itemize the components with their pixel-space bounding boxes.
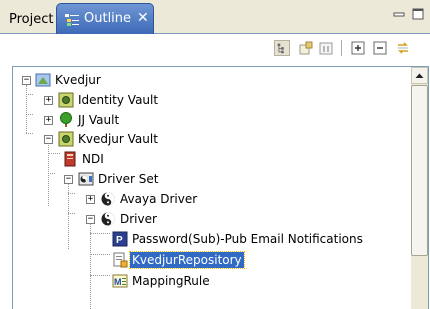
outline-icon xyxy=(65,14,79,26)
expand-toggle[interactable]: + xyxy=(44,116,53,125)
tree-node-label: KvedjurRepository xyxy=(129,251,245,269)
scroll-thumb[interactable] xyxy=(411,85,428,256)
tree-node-driver-set[interactable]: − Driver Set xyxy=(13,170,408,190)
outline-toolbar xyxy=(0,34,430,60)
tree-node-label: MappingRule xyxy=(132,274,210,288)
expand-toggle[interactable]: + xyxy=(86,195,95,204)
tree-node-label: Password(Sub)-Pub Email Notifications xyxy=(132,232,363,246)
identity-vault-icon xyxy=(58,92,74,108)
policy-icon: P xyxy=(112,231,128,247)
tree-node-kvedjur-repository[interactable]: KvedjurRepository xyxy=(13,251,408,271)
vertical-scrollbar[interactable] xyxy=(411,67,428,309)
collapse-toggle[interactable]: − xyxy=(86,215,95,224)
tree-node-mapping-rule[interactable]: M MappingRule xyxy=(13,272,408,292)
expand-all-icon[interactable] xyxy=(350,40,366,56)
tree-node-identity-vault[interactable]: + Identity Vault xyxy=(13,91,408,111)
expand-toggle[interactable]: + xyxy=(44,96,53,105)
server-icon xyxy=(64,151,76,167)
collapse-toggle[interactable]: − xyxy=(44,135,53,144)
driver-icon xyxy=(101,212,115,226)
mapping-rule-icon: M xyxy=(112,274,128,288)
tree-vault-icon xyxy=(60,112,72,127)
driver-icon xyxy=(101,192,115,206)
tab-outline[interactable]: Outline ✕ xyxy=(56,3,154,34)
driver-set-icon xyxy=(78,172,94,186)
sync-icon[interactable] xyxy=(395,40,411,56)
tree-node-password-pub-email[interactable]: P Password(Sub)-Pub Email Notifications xyxy=(13,230,408,250)
scroll-up-button[interactable] xyxy=(411,67,428,84)
tree-node-label: Avaya Driver xyxy=(120,192,198,206)
outline-view: Project Outline ✕ − Kvedjur + Identity V… xyxy=(0,0,430,309)
tree-node-kvedjur-vault[interactable]: − Kvedjur Vault xyxy=(13,130,408,150)
arrow-up-icon xyxy=(415,73,424,78)
minimize-icon[interactable] xyxy=(392,8,406,20)
identity-vault-icon xyxy=(58,131,74,147)
show-objects-icon[interactable] xyxy=(298,40,314,56)
tree-node-kvedjur[interactable]: − Kvedjur xyxy=(13,71,408,91)
tree-node-label: Driver xyxy=(120,212,157,226)
tab-project[interactable]: Project xyxy=(5,8,57,32)
tab-strip: Project Outline ✕ xyxy=(0,0,430,34)
outline-tree[interactable]: − Kvedjur + Identity Vault + JJ Vault − … xyxy=(12,66,429,309)
close-icon[interactable]: ✕ xyxy=(137,10,149,26)
repository-icon xyxy=(113,252,128,268)
tree-node-label: Kvedjur xyxy=(55,73,101,87)
collapse-toggle[interactable]: − xyxy=(64,175,73,184)
project-icon xyxy=(35,73,51,87)
tab-outline-label: Outline xyxy=(84,11,132,26)
tree-node-label: Driver Set xyxy=(98,172,159,186)
tree-node-label: Identity Vault xyxy=(78,93,159,107)
tree-node-ndi[interactable]: NDI xyxy=(13,150,408,170)
collapse-all-icon[interactable] xyxy=(372,40,388,56)
tree-node-label: JJ Vault xyxy=(78,113,120,127)
tree-node-label: Kvedjur Vault xyxy=(78,132,158,146)
tree-node-driver[interactable]: − Driver xyxy=(13,210,408,230)
svg-text:M: M xyxy=(114,277,122,287)
svg-text:P: P xyxy=(116,235,123,246)
hierarchical-view-icon[interactable] xyxy=(274,40,290,56)
tree-node-jj-vault[interactable]: + JJ Vault xyxy=(13,111,408,131)
toolbar-separator xyxy=(341,40,342,56)
maximize-icon[interactable] xyxy=(411,8,425,20)
tree-node-label: NDI xyxy=(82,152,104,166)
filter-icon[interactable] xyxy=(318,40,334,56)
collapse-toggle[interactable]: − xyxy=(22,76,31,85)
tree-node-avaya-driver[interactable]: + Avaya Driver xyxy=(13,190,408,210)
